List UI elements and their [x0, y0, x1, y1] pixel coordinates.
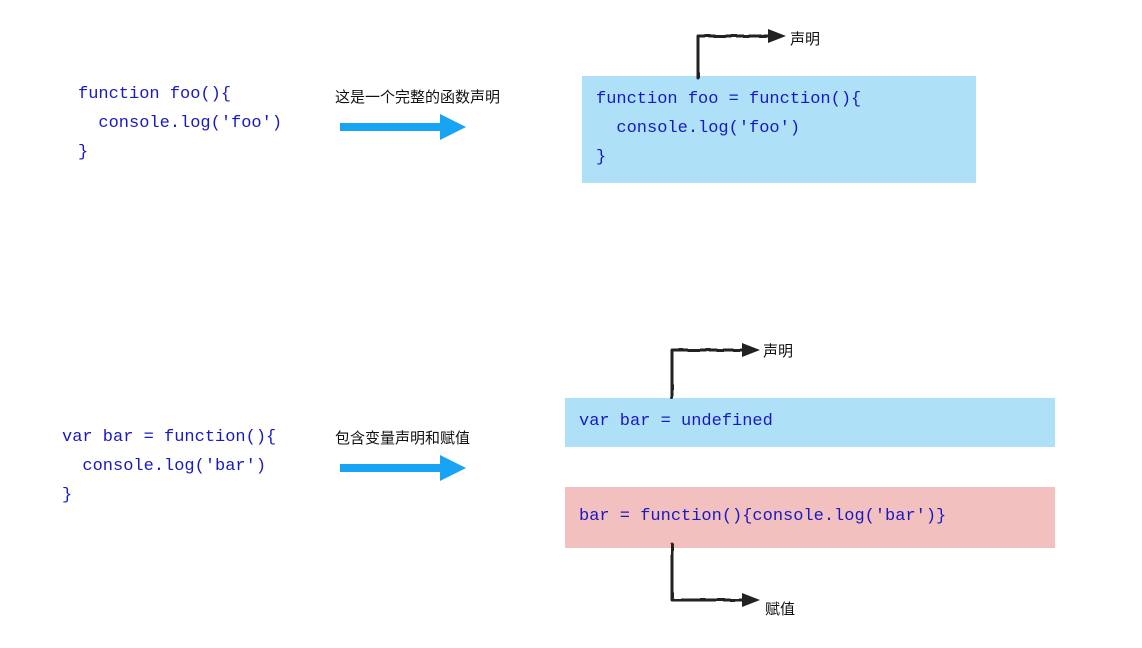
sketch-arrow-down-icon: [664, 540, 764, 612]
example1-declaration-label: 声明: [790, 28, 820, 49]
example2-declaration-label: 声明: [763, 340, 793, 361]
example2-source-code: var bar = function(){ console.log('bar')…: [62, 424, 322, 511]
arrow-right-icon: [340, 461, 466, 475]
example1-annotation: 这是一个完整的函数声明: [335, 86, 500, 107]
sketch-arrow-up-icon: [690, 20, 790, 80]
arrow-right-icon: [340, 120, 466, 134]
example2-assignment-box: bar = function(){console.log('bar')}: [565, 487, 1055, 548]
example2-assignment-label: 赋值: [765, 598, 795, 619]
example1-source-code: function foo(){ console.log('foo') }: [78, 81, 308, 168]
sketch-arrow-up-icon: [664, 332, 764, 402]
example2-annotation: 包含变量声明和赋值: [335, 427, 470, 448]
example1-result-box: function foo = function(){ console.log('…: [582, 76, 976, 183]
example2-declaration-box: var bar = undefined: [565, 398, 1055, 447]
